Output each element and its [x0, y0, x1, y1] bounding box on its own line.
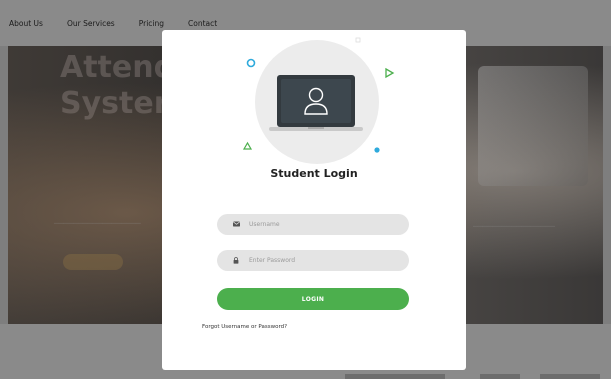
footer-thumbnail — [480, 374, 520, 379]
password-input[interactable] — [249, 257, 399, 264]
play-decoration-icon — [385, 67, 395, 79]
nav-link-services[interactable]: Our Services — [67, 19, 115, 28]
circle-decoration-icon — [246, 58, 256, 68]
lock-icon — [233, 257, 240, 264]
nav-link-pricing[interactable]: Pricing — [139, 19, 164, 28]
square-decoration-icon — [355, 37, 361, 43]
login-title: Student Login — [270, 167, 358, 180]
hero-monitor-image — [478, 66, 588, 186]
nav-link-contact[interactable]: Contact — [188, 19, 217, 28]
login-button[interactable]: LOGIN — [217, 288, 409, 310]
laptop-illustration — [242, 37, 395, 164]
nav-link-about[interactable]: About Us — [9, 19, 43, 28]
username-field[interactable] — [217, 214, 409, 235]
hero-title: Attend Syster — [60, 50, 176, 121]
hero-subtitle-line-right: ───────────────── — [473, 222, 555, 231]
username-input[interactable] — [249, 221, 399, 228]
forgot-credentials-link[interactable]: Forgot Username or Password? — [202, 324, 287, 330]
envelope-icon — [233, 221, 240, 228]
footer-thumbnail — [540, 374, 600, 379]
login-modal: Student Login LOGIN Forgot Username or P… — [162, 30, 466, 370]
triangle-decoration-icon — [242, 141, 253, 150]
footer-thumbnail — [345, 374, 445, 379]
dot-decoration-icon — [374, 147, 380, 153]
hero-cta-button — [63, 254, 123, 270]
password-field[interactable] — [217, 250, 409, 271]
hero-subtitle-line: ────────────────── — [54, 219, 141, 228]
